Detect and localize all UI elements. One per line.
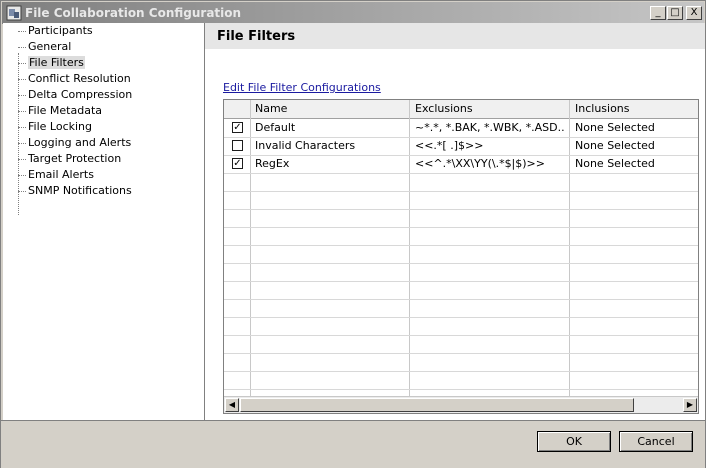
empty-row <box>224 191 698 210</box>
cell-exclusions: <<^.*\XX\YY(\.*$|$)>> <box>415 157 545 170</box>
table-header: Name Exclusions Inclusions <box>224 100 698 119</box>
tree-item-delta-compression[interactable]: Delta Compression <box>18 87 132 103</box>
button-bar: OK Cancel <box>1 420 705 468</box>
row-checkbox[interactable] <box>232 140 243 151</box>
column-header-name[interactable]: Name <box>255 102 287 115</box>
empty-row <box>224 263 698 282</box>
main-panel: File Filters Edit File Filter Configurat… <box>205 23 705 420</box>
page-title: File Filters <box>217 29 296 44</box>
cell-inclusions: None Selected <box>575 157 655 170</box>
app-icon <box>6 5 22 21</box>
title-bar[interactable]: File Collaboration Configuration _ □ X <box>2 2 704 24</box>
empty-row <box>224 299 698 318</box>
empty-row <box>224 245 698 264</box>
tree-item-conflict-resolution[interactable]: Conflict Resolution <box>18 71 131 87</box>
dialog-window: File Collaboration Configuration _ □ X P… <box>0 0 706 468</box>
cell-name: Default <box>255 121 296 134</box>
ok-button[interactable]: OK <box>537 431 611 452</box>
empty-row <box>224 173 698 192</box>
tree-item-general[interactable]: General <box>18 39 71 55</box>
table-row[interactable]: Invalid Characters <<.*[ .]$>> None Sele… <box>224 137 698 156</box>
cell-name: RegEx <box>255 157 290 170</box>
column-header-exclusions[interactable]: Exclusions <box>415 102 473 115</box>
scroll-left-icon[interactable]: ◀ <box>225 398 239 412</box>
empty-row <box>224 317 698 336</box>
maximize-button[interactable]: □ <box>667 6 683 20</box>
column-header-inclusions[interactable]: Inclusions <box>575 102 630 115</box>
empty-row <box>224 209 698 228</box>
horizontal-scrollbar[interactable]: ◀ ▶ <box>224 396 698 413</box>
cancel-button[interactable]: Cancel <box>619 431 693 452</box>
tree-item-participants[interactable]: Participants <box>18 23 93 39</box>
cell-exclusions: <<.*[ .]$>> <box>415 139 484 152</box>
table-row[interactable]: ✓ RegEx <<^.*\XX\YY(\.*$|$)>> None Selec… <box>224 155 698 174</box>
tree-item-logging-alerts[interactable]: Logging and Alerts <box>18 135 131 151</box>
tree-item-file-locking[interactable]: File Locking <box>18 119 92 135</box>
edit-file-filter-link[interactable]: Edit File Filter Configurations <box>223 81 381 94</box>
file-filter-table: Name Exclusions Inclusions ✓ Default ~*.… <box>223 99 699 414</box>
tree-item-email-alerts[interactable]: Email Alerts <box>18 167 94 183</box>
cell-inclusions: None Selected <box>575 139 655 152</box>
table-row[interactable]: ✓ Default ~*.*, *.BAK, *.WBK, *.ASD... N… <box>224 119 698 138</box>
empty-row <box>224 281 698 300</box>
empty-row <box>224 353 698 372</box>
row-checkbox[interactable]: ✓ <box>232 122 243 133</box>
settings-tree: Participants General File Filters Confli… <box>3 23 205 420</box>
minimize-button[interactable]: _ <box>650 6 666 20</box>
cell-exclusions: ~*.*, *.BAK, *.WBK, *.ASD... <box>415 121 565 134</box>
window-title: File Collaboration Configuration <box>25 6 242 20</box>
tree-item-snmp-notifications[interactable]: SNMP Notifications <box>18 183 132 199</box>
scroll-right-icon[interactable]: ▶ <box>683 398 697 412</box>
empty-row <box>224 227 698 246</box>
empty-row <box>224 335 698 354</box>
empty-row <box>224 371 698 390</box>
page-header: File Filters <box>205 23 705 49</box>
scroll-thumb[interactable] <box>240 398 634 412</box>
close-button[interactable]: X <box>686 6 702 20</box>
row-checkbox[interactable]: ✓ <box>232 158 243 169</box>
tree-item-target-protection[interactable]: Target Protection <box>18 151 121 167</box>
tree-item-file-filters[interactable]: File Filters <box>18 55 85 71</box>
tree-item-file-metadata[interactable]: File Metadata <box>18 103 102 119</box>
cell-name: Invalid Characters <box>255 139 356 152</box>
cell-inclusions: None Selected <box>575 121 655 134</box>
